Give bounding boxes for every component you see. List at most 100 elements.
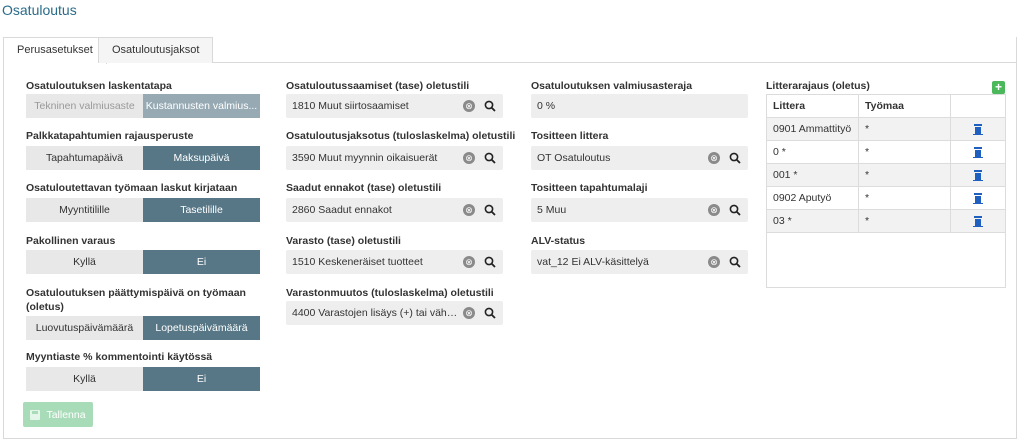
- clear-icon[interactable]: ⊗: [463, 100, 475, 112]
- table-row[interactable]: 0901 Ammattityö *: [767, 118, 1005, 141]
- save-button-label: Tallenna: [46, 408, 86, 421]
- valmiusasteraja-label: Osatuloutuksen valmiusasteraja: [531, 80, 693, 92]
- header-tyomaa: Työmaa: [859, 95, 951, 117]
- alv-status-field[interactable]: vat_12 Ei ALV-käsittelyä ⊗: [531, 250, 748, 274]
- search-icon[interactable]: [484, 100, 496, 112]
- tab-perusasetukset[interactable]: Perusasetukset: [3, 37, 107, 64]
- table-header-row: Littera Työmaa: [767, 95, 1005, 118]
- tositteen-littera-field[interactable]: OT Osatuloutus ⊗: [531, 146, 748, 170]
- actions-cell: [951, 118, 1005, 140]
- clear-icon[interactable]: ⊗: [708, 152, 720, 164]
- paattymispaiva-label-line1: Osatuloutuksen päättymispäivä on työmaan: [26, 287, 246, 299]
- kommentointi-label: Myyntiaste % kommentointi käytössä: [26, 351, 213, 363]
- maksupaiva-option[interactable]: Maksupäivä: [143, 146, 260, 170]
- kommentointi-toggle: Kyllä Ei: [26, 367, 260, 391]
- add-littera-button[interactable]: +: [992, 81, 1005, 94]
- search-icon[interactable]: [484, 307, 496, 319]
- varastonmuutos-field[interactable]: 4400 Varastojen lisäys (+) tai vähe ... …: [286, 301, 503, 325]
- varasto-label: Varasto (tase) oletustili: [286, 235, 401, 247]
- save-button[interactable]: Tallenna: [23, 402, 93, 427]
- search-icon[interactable]: [484, 204, 496, 216]
- search-icon[interactable]: [484, 152, 496, 164]
- rajausperuste-toggle: Tapahtumapäivä Maksupäivä: [26, 146, 260, 170]
- table-row[interactable]: 0902 Aputyö *: [767, 187, 1005, 210]
- clear-icon[interactable]: ⊗: [708, 256, 720, 268]
- myyntitilille-option[interactable]: Myyntitilille: [26, 198, 143, 222]
- actions-cell: [951, 187, 1005, 209]
- save-icon: [30, 409, 41, 420]
- varaus-ei-option[interactable]: Ei: [143, 250, 260, 274]
- clear-icon[interactable]: ⊗: [463, 307, 475, 319]
- actions-cell: [951, 210, 1005, 232]
- lopetuspaivamaara-option[interactable]: Lopetuspäivämäärä: [143, 316, 260, 340]
- trash-icon[interactable]: [973, 170, 983, 181]
- valmiusasteraja-value: 0 %: [537, 100, 556, 112]
- tapahtumalaji-value: 5 Muu: [537, 204, 567, 216]
- tasetilille-option[interactable]: Tasetilille: [143, 198, 260, 222]
- tapahtumalaji-field[interactable]: 5 Muu ⊗: [531, 198, 748, 222]
- alv-status-value: vat_12 Ei ALV-käsittelyä: [537, 256, 649, 268]
- ennakot-label: Saadut ennakot (tase) oletustili: [286, 182, 442, 194]
- search-icon[interactable]: [729, 152, 741, 164]
- tapahtumapaiva-option[interactable]: Tapahtumapäivä: [26, 146, 143, 170]
- tab-bar: Perusasetukset Osatuloutusjaksot: [3, 37, 1017, 64]
- littera-cell: 0 *: [767, 141, 859, 163]
- ennakot-value: 2860 Saadut ennakot: [292, 204, 392, 216]
- varaus-kylla-option[interactable]: Kyllä: [26, 250, 143, 274]
- varastonmuutos-value: 4400 Varastojen lisäys (+) tai vähe ...: [292, 307, 463, 319]
- paattymispaiva-label: Osatuloutuksen päättymispäivä on työmaan…: [26, 286, 246, 314]
- valmiusasteraja-field[interactable]: 0 %: [531, 94, 748, 118]
- varaus-label: Pakollinen varaus: [26, 235, 116, 247]
- laskentatapa-toggle: Tekninen valmiusaste Kustannusten valmiu…: [26, 94, 260, 118]
- alv-status-label: ALV-status: [531, 235, 586, 247]
- laskut-label: Osatuloutettavan työmaan laskut kirjataa…: [26, 182, 238, 194]
- clear-icon[interactable]: ⊗: [463, 152, 475, 164]
- table-row[interactable]: 001 * *: [767, 164, 1005, 187]
- paattymispaiva-label-line2: (oletus): [26, 301, 64, 313]
- littera-cell: 03 *: [767, 210, 859, 232]
- header-littera: Littera: [767, 95, 859, 117]
- tyomaa-cell: *: [859, 164, 951, 186]
- luovutuspaivamaara-option[interactable]: Luovutuspäivämäärä: [26, 316, 143, 340]
- varasto-field[interactable]: 1510 Keskeneräiset tuotteet ⊗: [286, 250, 503, 274]
- saamiset-value: 1810 Muut siirtosaamiset: [292, 100, 409, 112]
- jaksotus-field[interactable]: 3590 Muut myynnin oikaisuerät ⊗: [286, 146, 503, 170]
- actions-cell: [951, 141, 1005, 163]
- laskentatapa-label: Osatuloutuksen laskentatapa: [26, 80, 172, 92]
- table-row[interactable]: 0 * *: [767, 141, 1005, 164]
- tab-osatuloutusjaksot[interactable]: Osatuloutusjaksot: [98, 37, 214, 63]
- littera-cell: 001 *: [767, 164, 859, 186]
- trash-icon[interactable]: [973, 193, 983, 204]
- kommentointi-ei-option[interactable]: Ei: [143, 367, 260, 391]
- trash-icon[interactable]: [973, 216, 983, 227]
- kommentointi-kylla-option[interactable]: Kyllä: [26, 367, 143, 391]
- search-icon[interactable]: [729, 204, 741, 216]
- trash-icon[interactable]: [973, 124, 983, 135]
- paattymispaiva-toggle: Luovutuspäivämäärä Lopetuspäivämäärä: [26, 316, 260, 340]
- tositteen-littera-label: Tositteen littera: [531, 130, 609, 142]
- clear-icon[interactable]: ⊗: [463, 204, 475, 216]
- table-row[interactable]: 03 * *: [767, 210, 1005, 233]
- varastonmuutos-label: Varastonmuutos (tuloslaskelma) oletustil…: [286, 287, 494, 299]
- clear-icon[interactable]: ⊗: [463, 256, 475, 268]
- clear-icon[interactable]: ⊗: [708, 204, 720, 216]
- saamiset-field[interactable]: 1810 Muut siirtosaamiset ⊗: [286, 94, 503, 118]
- tekninen-valmiusaste-option[interactable]: Tekninen valmiusaste: [26, 94, 143, 118]
- page-title: Osatuloutus: [2, 2, 77, 18]
- header-actions: [951, 95, 1005, 117]
- litterarajaus-title: Litterarajaus (oletus): [766, 80, 870, 92]
- search-icon[interactable]: [484, 256, 496, 268]
- saamiset-label: Osatuloutussaamiset (tase) oletustili: [286, 80, 470, 92]
- tyomaa-cell: *: [859, 141, 951, 163]
- littera-cell: 0902 Aputyö: [767, 187, 859, 209]
- trash-icon[interactable]: [973, 147, 983, 158]
- search-icon[interactable]: [729, 256, 741, 268]
- varaus-toggle: Kyllä Ei: [26, 250, 260, 274]
- ennakot-field[interactable]: 2860 Saadut ennakot ⊗: [286, 198, 503, 222]
- laskut-toggle: Myyntitilille Tasetilille: [26, 198, 260, 222]
- tyomaa-cell: *: [859, 210, 951, 232]
- jaksotus-label: Osatuloutusjaksotus (tuloslaskelma) olet…: [286, 130, 516, 142]
- varasto-value: 1510 Keskeneräiset tuotteet: [292, 256, 423, 268]
- kustannusten-valmius-option[interactable]: Kustannusten valmius...: [143, 94, 260, 118]
- actions-cell: [951, 164, 1005, 186]
